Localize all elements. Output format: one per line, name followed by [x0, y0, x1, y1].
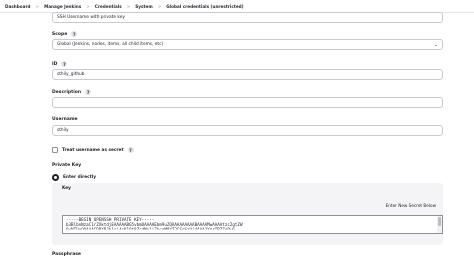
- username-input[interactable]: sthily: [52, 125, 443, 136]
- help-icon[interactable]: ?: [85, 89, 92, 95]
- key-label: Key: [62, 186, 71, 191]
- chevron-down-icon: ⌄: [433, 42, 438, 48]
- scope-select-value: Global (Jenkins, nodes, items, all child…: [57, 42, 164, 47]
- id-label: ID ?: [52, 61, 68, 67]
- enter-directly-label: Enter directly: [63, 175, 97, 180]
- scope-select[interactable]: Global (Jenkins, nodes, items, all child…: [52, 39, 443, 50]
- breadcrumb-separator: >: [35, 3, 40, 9]
- username-label: Username: [52, 117, 78, 122]
- breadcrumb-dashboard[interactable]: Dashboard: [5, 4, 31, 9]
- breadcrumb-separator: >: [86, 3, 90, 9]
- treat-username-secret-label: Treat username as secret: [62, 147, 124, 153]
- help-icon[interactable]: ?: [61, 61, 68, 67]
- breadcrumb-global-credentials[interactable]: Global credentials (unrestricted): [166, 4, 243, 9]
- username-label-text: Username: [52, 117, 78, 122]
- breadcrumb-separator: >: [157, 3, 162, 9]
- private-key-label-text: Private Key: [52, 163, 82, 168]
- key-line: b3BlbnNzaC1rZXktdjEAAAAABG5vbmUAAAAEbm9u…: [66, 222, 243, 227]
- username-input-value: sthily: [57, 128, 69, 133]
- treat-username-secret-checkbox-row[interactable]: Treat username as secret ?: [52, 147, 134, 153]
- enter-new-secret-text: Enter New Secret Below: [385, 203, 436, 208]
- key-line: QyNTUxOQAAACDBXBJh1ni4sK1QtRZcdMo1i7bsqM…: [66, 227, 235, 232]
- help-icon[interactable]: ?: [71, 31, 78, 37]
- scope-label-text: Scope: [52, 31, 68, 37]
- breadcrumb-manage-jenkins[interactable]: Manage Jenkins: [44, 4, 81, 9]
- description-label-text: Description: [52, 89, 82, 95]
- id-label-text: ID: [52, 61, 58, 67]
- breadcrumb-credentials[interactable]: Credentials: [95, 4, 122, 9]
- private-key-label: Private Key: [52, 163, 81, 168]
- description-input[interactable]: [52, 97, 443, 108]
- id-input-value: sthily_github: [57, 72, 85, 77]
- breadcrumb-separator: >: [126, 3, 131, 9]
- enter-directly-radio[interactable]: [52, 174, 59, 181]
- help-icon[interactable]: ?: [127, 147, 134, 153]
- kind-select[interactable]: SSH Username with private key: [52, 12, 443, 23]
- description-label: Description ?: [52, 89, 92, 95]
- private-key-textarea[interactable]: -----BEGIN OPENSSH PRIVATE KEY----- b3Blb…: [62, 215, 443, 234]
- enter-directly-radio-row[interactable]: Enter directly: [52, 174, 96, 181]
- id-input[interactable]: sthily_github: [52, 69, 443, 80]
- textarea-scrollbar[interactable]: [437, 216, 442, 233]
- passphrase-label: Passphrase: [52, 252, 81, 257]
- breadcrumb-system[interactable]: System: [135, 4, 152, 9]
- key-panel: [52, 183, 443, 245]
- scope-label: Scope ?: [52, 31, 78, 37]
- treat-username-secret-checkbox[interactable]: [52, 147, 58, 153]
- kind-select-value: SSH Username with private key: [57, 15, 125, 20]
